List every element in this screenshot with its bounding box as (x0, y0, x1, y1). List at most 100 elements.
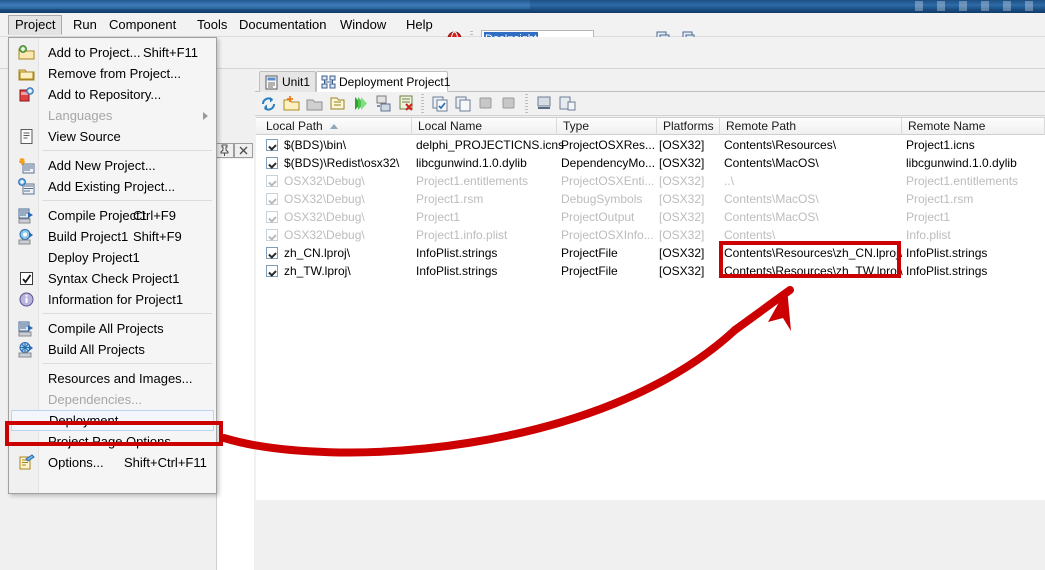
check-all-icon[interactable] (431, 94, 450, 116)
tab-deployment-project1[interactable]: Deployment Project1 (316, 71, 451, 92)
menu-item-compile-project1[interactable]: Compile Project1 Ctrl+F9 (10, 205, 217, 226)
menu-item-remove-from-project[interactable]: Remove from Project... (10, 63, 217, 84)
tab-label: Unit1 (282, 75, 311, 89)
column-header-label: Local Path (266, 119, 323, 133)
column-header-remote-path[interactable]: Remote Path (720, 118, 902, 135)
row-checkbox[interactable] (266, 229, 278, 241)
menu-item-label: Deploy Project1 (48, 250, 140, 265)
menu-item-compile-all-projects[interactable]: Compile All Projects (10, 318, 217, 339)
tab-unit1[interactable]: Unit1 (259, 71, 316, 92)
menu-item-add-new-project[interactable]: Add New Project... (10, 155, 217, 176)
table-row[interactable]: OSX32\Debug\ Project1.info.plist ProjectOS… (256, 226, 1045, 244)
cell-local-path: zh_TW.lproj\ (284, 264, 351, 278)
editor-tab-strip: Unit1 Deployment Project1 (255, 69, 1045, 92)
uncheck-all-icon[interactable] (454, 94, 473, 116)
deploy-icon[interactable] (351, 94, 370, 116)
deploy-toolbar-grip-1[interactable] (421, 94, 424, 113)
menu-documentation[interactable]: Documentation (232, 15, 333, 35)
menu-item-shortcut: Shift+F9 (133, 229, 182, 244)
menu-item-deploy-project1[interactable]: Deploy Project1 (10, 247, 217, 268)
menu-item-add-to-project[interactable]: Add to Project... Shift+F11 (10, 42, 217, 63)
menu-run[interactable]: Run (66, 15, 104, 35)
menu-item-view-source[interactable]: View Source (10, 126, 217, 147)
table-row[interactable]: OSX32\Debug\ Project1 ProjectOutput [OSX32]… (256, 208, 1045, 226)
deployment-panel: Unit1 Deployment Project1 Local Path Loc… (255, 69, 1045, 501)
menu-item-shortcut: Ctrl+F9 (133, 208, 176, 223)
menu-item-label: Add New Project... (48, 158, 156, 173)
row-checkbox[interactable] (266, 193, 278, 205)
add-files-icon[interactable] (282, 94, 301, 116)
dock-body (216, 159, 254, 570)
menu-window[interactable]: Window (333, 15, 393, 35)
row-checkbox[interactable] (266, 247, 278, 259)
menu-tools[interactable]: Tools (190, 15, 234, 35)
menu-project[interactable]: Project (8, 15, 63, 35)
cell-type: DebugSymbols (561, 192, 643, 206)
cell-type: ProjectOSXEnti... (561, 174, 655, 188)
table-row[interactable]: zh_CN.lproj\ InfoPlist.strings ProjectFile… (256, 244, 1045, 262)
deployment-files-grid[interactable]: Local Path Local Name Type Platforms Remote … (256, 117, 1045, 500)
menu-item-label: Remove from Project... (48, 66, 181, 81)
menu-item-resources-and-images[interactable]: Resources and Images... (10, 368, 217, 389)
menu-item-label: Build All Projects (48, 342, 145, 357)
table-row[interactable]: $(BDS)\bin\ delphi_PROJECTICNS.icns Projec… (256, 136, 1045, 154)
cell-remote-path: Contents\MacOS\ (724, 192, 819, 206)
menu-item-label: Add to Repository... (48, 87, 162, 102)
column-header-remote-name[interactable]: Remote Name (902, 118, 1045, 135)
column-header-label: Remote Path (726, 119, 797, 133)
row-checkbox[interactable] (266, 157, 278, 169)
cell-remote-path: Contents\MacOS\ (724, 156, 819, 170)
remove-files-icon[interactable] (305, 94, 324, 116)
column-header-type[interactable]: Type (557, 118, 657, 135)
cell-local-path: $(BDS)\Redist\osx32\ (284, 156, 400, 170)
row-checkbox[interactable] (266, 211, 278, 223)
add-to-repository-icon (18, 86, 35, 103)
menu-help[interactable]: Help (399, 15, 440, 35)
cell-local-name: Project1.rsm (416, 192, 484, 206)
column-header-local-path[interactable]: Local Path (260, 118, 412, 135)
table-row[interactable]: $(BDS)\Redist\osx32\ libcgunwind.1.0.dyli… (256, 154, 1045, 172)
cell-remote-name: Project1.rsm (906, 192, 974, 206)
menu-item-label: Options... (48, 455, 104, 470)
deploy-all-icon[interactable] (535, 94, 554, 116)
row-checkbox[interactable] (266, 175, 278, 187)
close-icon[interactable] (234, 143, 253, 158)
pin-icon[interactable] (215, 143, 234, 158)
cell-type: ProjectOSXRes... (561, 138, 656, 152)
table-row[interactable]: zh_TW.lproj\ InfoPlist.strings ProjectFile… (256, 262, 1045, 280)
add-existing-project-icon (18, 178, 35, 195)
select-all-icon[interactable] (477, 94, 496, 116)
menu-item-information-for-project1[interactable]: Information for Project1 (10, 289, 217, 310)
table-row[interactable]: OSX32\Debug\ Project1.entitlements Project… (256, 172, 1045, 190)
row-checkbox[interactable] (266, 265, 278, 277)
column-header-label: Remote Name (908, 119, 986, 133)
refresh-deployment-icon[interactable] (259, 94, 278, 116)
revert-icon[interactable] (397, 94, 416, 116)
deploy-toolbar-grip-2[interactable] (525, 94, 528, 113)
row-checkbox[interactable] (266, 139, 278, 151)
menu-item-options[interactable]: Options... Shift+Ctrl+F11 (10, 452, 217, 473)
menu-item-build-project1[interactable]: Build Project1 Shift+F9 (10, 226, 217, 247)
menu-item-shortcut: Shift+F11 (143, 45, 199, 60)
cell-local-path: $(BDS)\bin\ (284, 138, 347, 152)
deselect-all-icon[interactable] (500, 94, 519, 116)
column-header-local-name[interactable]: Local Name (412, 118, 557, 135)
cell-platforms: [OSX32] (659, 246, 705, 260)
menu-item-label: Add Existing Project... (48, 179, 176, 194)
tab-label: Deployment Project1 (339, 75, 451, 89)
window-title-bar (0, 0, 1045, 13)
menu-item-build-all-projects[interactable]: Build All Projects (10, 339, 217, 360)
menu-item-add-to-repository[interactable]: Add to Repository... (10, 84, 217, 105)
menu-component[interactable]: Component (102, 15, 183, 35)
add-featured-files-icon[interactable] (328, 94, 347, 116)
menu-item-add-existing-project[interactable]: Add Existing Project... (10, 176, 217, 197)
table-row[interactable]: OSX32\Debug\ Project1.rsm DebugSymbols [OSX… (256, 190, 1045, 208)
menu-item-syntax-check-project1[interactable]: Syntax Check Project1 (10, 268, 217, 289)
highlight-deployment-box (5, 421, 223, 446)
column-header-platforms[interactable]: Platforms (657, 118, 720, 135)
cell-remote-name: Project1 (906, 210, 951, 224)
cell-remote-name: Project1.icns (906, 138, 975, 152)
highlight-remote-path-box (719, 241, 901, 278)
clean-remote-icon[interactable] (558, 94, 577, 116)
connection-profile-icon[interactable] (374, 94, 393, 116)
